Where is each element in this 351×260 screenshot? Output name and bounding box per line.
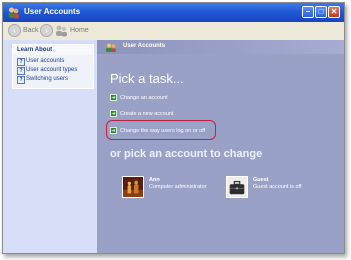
help-icon: ? [17, 76, 25, 84]
close-button[interactable]: ✕ [328, 6, 340, 18]
main-content: User Accounts Pick a task... ➜ Change an… [97, 40, 344, 253]
account-status: Guest account is off [253, 184, 302, 190]
sidebar-item-label: User accounts [26, 58, 65, 64]
task-label: Create a new account [120, 111, 174, 117]
highlight-ring [106, 120, 216, 140]
close-icon: ✕ [330, 7, 338, 16]
forward-button[interactable]: › [40, 24, 55, 38]
home-label: Home [70, 27, 89, 34]
sidebar-item-label: Switching users [26, 76, 69, 82]
forward-arrow-icon: › [40, 24, 53, 37]
task-label: Change an account [120, 95, 168, 101]
user-accounts-icon [8, 7, 19, 19]
maximize-icon: □ [318, 7, 324, 16]
green-arrow-icon: ➜ [110, 110, 117, 117]
window: User Accounts – □ ✕ ‹ Back › Home Learn … [2, 2, 345, 254]
pick-account-heading: or pick an account to change [110, 148, 263, 160]
panel-title: Learn About [13, 45, 93, 55]
pick-task-heading: Pick a task... [110, 71, 184, 86]
sidebar-item-label: User account types [26, 67, 78, 73]
account-type: Computer administrator [149, 184, 207, 190]
chess-picture [122, 176, 144, 198]
content-header: User Accounts [97, 40, 344, 54]
help-icon: ? [17, 67, 25, 75]
account-name: Ann [149, 177, 160, 183]
back-label: Back [23, 27, 39, 34]
title-bar[interactable]: User Accounts – □ ✕ [3, 3, 344, 22]
toolbar: ‹ Back › Home [3, 22, 344, 41]
account-name: Guest [253, 177, 269, 183]
window-title: User Accounts [24, 7, 81, 16]
content-header-title: User Accounts [123, 43, 166, 49]
home-button[interactable]: Home [55, 24, 89, 38]
user-accounts-icon [106, 43, 116, 52]
home-icon [56, 25, 67, 37]
minimize-button[interactable]: – [302, 6, 314, 18]
back-arrow-icon: ‹ [8, 24, 21, 37]
maximize-button[interactable]: □ [315, 6, 327, 18]
back-button[interactable]: ‹ Back [8, 24, 39, 38]
help-icon: ? [17, 58, 25, 66]
minimize-icon: – [305, 7, 311, 16]
sidebar: Learn About ? User accounts ? User accou… [3, 40, 97, 253]
learn-about-panel: Learn About ? User accounts ? User accou… [12, 44, 94, 89]
green-arrow-icon: ➜ [110, 94, 117, 101]
briefcase-picture [226, 176, 248, 198]
